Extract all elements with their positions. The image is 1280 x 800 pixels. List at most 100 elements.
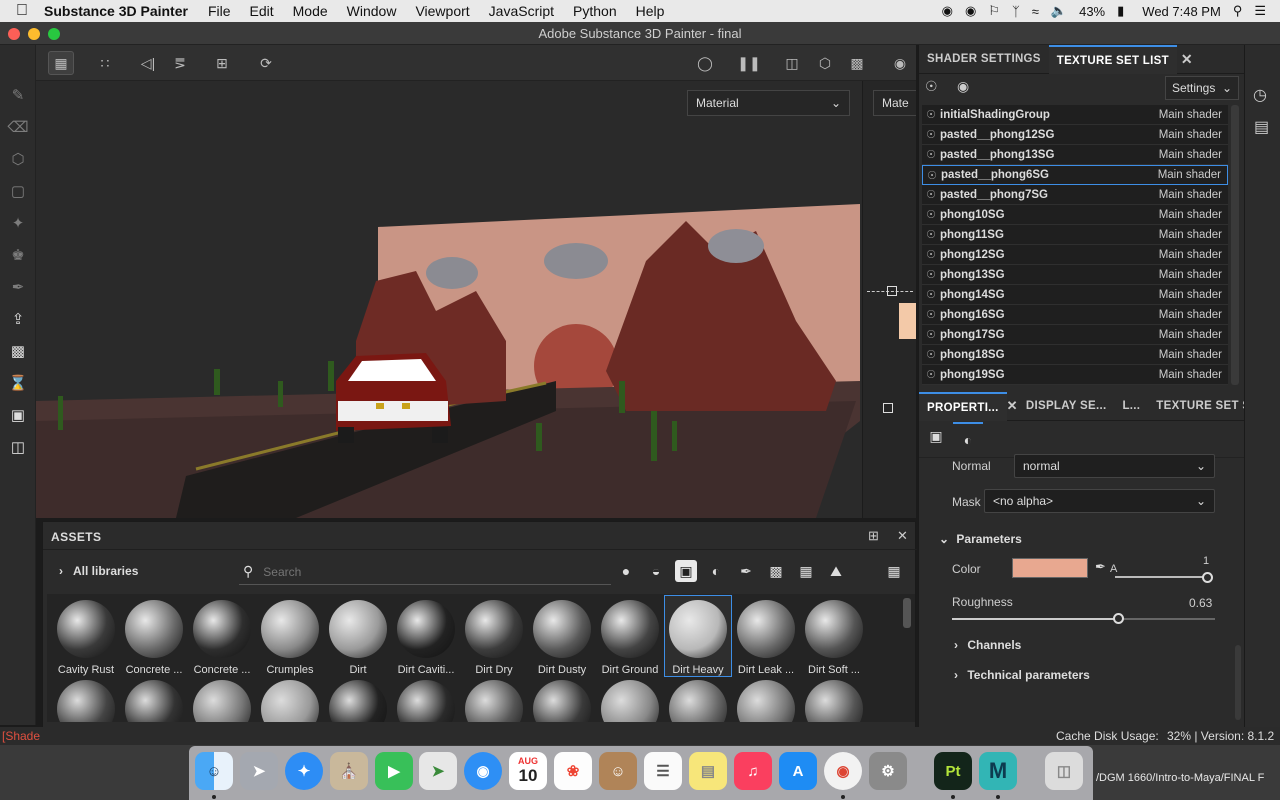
maps-icon[interactable]: ➤: [419, 752, 457, 790]
split-view-icon[interactable]: ◫: [779, 51, 805, 75]
contacts-icon[interactable]: ☺: [599, 752, 637, 790]
texture-set-row[interactable]: ☉ phong14SG Main shader: [922, 285, 1228, 305]
music-icon[interactable]: ♫: [734, 752, 772, 790]
material-sphere-icon[interactable]: ◐: [953, 422, 983, 458]
material-thumbnail[interactable]: Dirt Leak ...: [733, 596, 799, 676]
eye-icon[interactable]: ☉: [922, 208, 940, 221]
menu-window[interactable]: Window: [347, 3, 397, 19]
material-thumbnail[interactable]: Dirt: [325, 596, 391, 676]
texture-set-shader[interactable]: Main shader: [1159, 289, 1228, 301]
eye-icon[interactable]: ◉: [957, 78, 969, 95]
texture-set-shader[interactable]: Main shader: [1159, 129, 1228, 141]
maya-icon[interactable]: M: [979, 752, 1017, 790]
cube-view-icon[interactable]: ⬡: [812, 51, 838, 75]
asset-search-field[interactable]: ⚲: [239, 559, 611, 585]
material-thumbnail[interactable]: [393, 676, 459, 722]
material-thumbnail[interactable]: Dirt Heavy: [664, 595, 732, 677]
material-thumbnail[interactable]: [529, 676, 595, 722]
material-thumbnail[interactable]: [665, 676, 731, 722]
texture-set-row[interactable]: ☉ phong18SG Main shader: [922, 345, 1228, 365]
properties-scrollbar[interactable]: [1235, 645, 1241, 720]
eraser-icon[interactable]: ⌫: [0, 111, 36, 143]
texture-set-row[interactable]: ☉ phong11SG Main shader: [922, 225, 1228, 245]
technical-parameters-section[interactable]: › Technical parameters: [954, 668, 1090, 682]
menu-javascript[interactable]: JavaScript: [489, 3, 554, 19]
material-thumbnail[interactable]: Dirt Soft ...: [801, 596, 867, 676]
material-thumbnail[interactable]: [53, 676, 119, 722]
material-thumbnail[interactable]: Crumples: [257, 596, 323, 676]
viewport-mode-dropdown[interactable]: Material ⌄: [687, 90, 850, 116]
close-tab-icon[interactable]: ✕: [1177, 51, 1197, 68]
library-selector[interactable]: › All libraries: [49, 554, 221, 588]
export-icon[interactable]: ⇪: [0, 303, 36, 335]
texture-set-row[interactable]: ☉ phong12SG Main shader: [922, 245, 1228, 265]
apple-menu-icon[interactable]: : [0, 2, 44, 20]
reminders-icon[interactable]: ☰: [644, 752, 682, 790]
color-swatch[interactable]: [1012, 558, 1088, 578]
texture-set-row[interactable]: ☉ pasted__phong13SG Main shader: [922, 145, 1228, 165]
tab-layers[interactable]: L...: [1114, 392, 1148, 421]
bluetooth-icon[interactable]: ᛉ: [1012, 4, 1020, 19]
launchpad-icon[interactable]: ➤: [240, 752, 278, 790]
texture-set-row[interactable]: ☉ phong17SG Main shader: [922, 325, 1228, 345]
asset-scrollbar[interactable]: [903, 598, 911, 628]
roughness-value[interactable]: 0.63: [1189, 596, 1212, 610]
bake-icon[interactable]: ▩: [0, 335, 36, 367]
alpha-slider-handle[interactable]: [1202, 572, 1213, 583]
system-preferences-icon[interactable]: ⚙: [869, 752, 907, 790]
visibility-toggle-icon[interactable]: ☉: [925, 78, 938, 95]
eye-icon[interactable]: ☉: [922, 228, 940, 241]
settings-dropdown[interactable]: Settings ⌄: [1165, 76, 1239, 100]
calendar-icon[interactable]: AUG 10: [509, 752, 547, 790]
history-icon[interactable]: ⌛: [0, 367, 36, 399]
material-thumbnail[interactable]: [189, 676, 255, 722]
texture-set-shader[interactable]: Main shader: [1159, 249, 1228, 261]
texture-set-shader[interactable]: Main shader: [1159, 309, 1228, 321]
volume-icon[interactable]: 🔈: [1051, 3, 1067, 19]
material-thumbnail[interactable]: Dirt Dry: [461, 596, 527, 676]
camera-capture-icon[interactable]: ▣: [0, 399, 36, 431]
facetime-icon[interactable]: ▶: [375, 752, 413, 790]
smudge-icon[interactable]: ✦: [0, 207, 36, 239]
texture-set-shader[interactable]: Main shader: [1158, 169, 1227, 181]
trash-icon[interactable]: ◫: [1045, 752, 1083, 790]
material-thumbnail[interactable]: Dirt Caviti...: [393, 596, 459, 676]
filter-environments-icon[interactable]: ⛰: [825, 560, 847, 582]
app-menu[interactable]: Substance 3D Painter: [44, 3, 188, 19]
parameters-section[interactable]: ⌄ Parameters: [939, 532, 1022, 546]
screenshot-camera-icon[interactable]: ◉: [887, 51, 913, 75]
texture-set-shader[interactable]: Main shader: [1159, 109, 1228, 121]
search-input[interactable]: [263, 564, 564, 579]
eye-icon[interactable]: ☉: [922, 128, 940, 141]
reset-view-icon[interactable]: ⟳: [253, 51, 279, 75]
texture-set-shader[interactable]: Main shader: [1159, 329, 1228, 341]
history-clock-icon[interactable]: ◷: [1253, 85, 1267, 105]
symmetry-y-icon[interactable]: ⪚: [167, 51, 193, 75]
uv-handle[interactable]: [887, 286, 897, 296]
filter-textures-icon[interactable]: ▦: [795, 560, 817, 582]
tab-properties[interactable]: PROPERTI...: [919, 391, 1007, 421]
clone-stamp-icon[interactable]: ♚: [0, 239, 36, 271]
texture-set-row[interactable]: ☉ pasted__phong7SG Main shader: [922, 185, 1228, 205]
eye-icon[interactable]: ☉: [922, 188, 940, 201]
uv-viewport[interactable]: Mate: [862, 81, 916, 518]
texture-set-row[interactable]: ☉ pasted__phong6SG Main shader: [922, 165, 1228, 185]
eye-icon[interactable]: ☉: [922, 248, 940, 261]
texture-set-row[interactable]: ☉ phong10SG Main shader: [922, 205, 1228, 225]
material-thumbnail[interactable]: [733, 676, 799, 722]
texture-set-shader[interactable]: Main shader: [1159, 229, 1228, 241]
roughness-slider-handle[interactable]: [1112, 613, 1124, 624]
texture-set-scrollbar[interactable]: [1231, 105, 1239, 385]
texture-set-row[interactable]: ☉ initialShadingGroup Main shader: [922, 105, 1228, 125]
geometry-mask-icon[interactable]: ▢: [0, 175, 36, 207]
tab-shader-settings[interactable]: SHADER SETTINGS: [919, 45, 1049, 74]
menu-viewport[interactable]: Viewport: [415, 3, 469, 19]
material-thumbnail[interactable]: [801, 676, 867, 722]
chrome-icon[interactable]: ◉: [824, 752, 862, 790]
finder-icon[interactable]: ☺: [195, 752, 233, 790]
filter-materials-icon[interactable]: ●: [615, 560, 637, 582]
material-thumbnail[interactable]: [597, 676, 663, 722]
filter-filters-icon[interactable]: ◐: [705, 560, 727, 582]
safari-icon[interactable]: ✦: [285, 752, 323, 790]
texture-set-shader[interactable]: Main shader: [1159, 209, 1228, 221]
